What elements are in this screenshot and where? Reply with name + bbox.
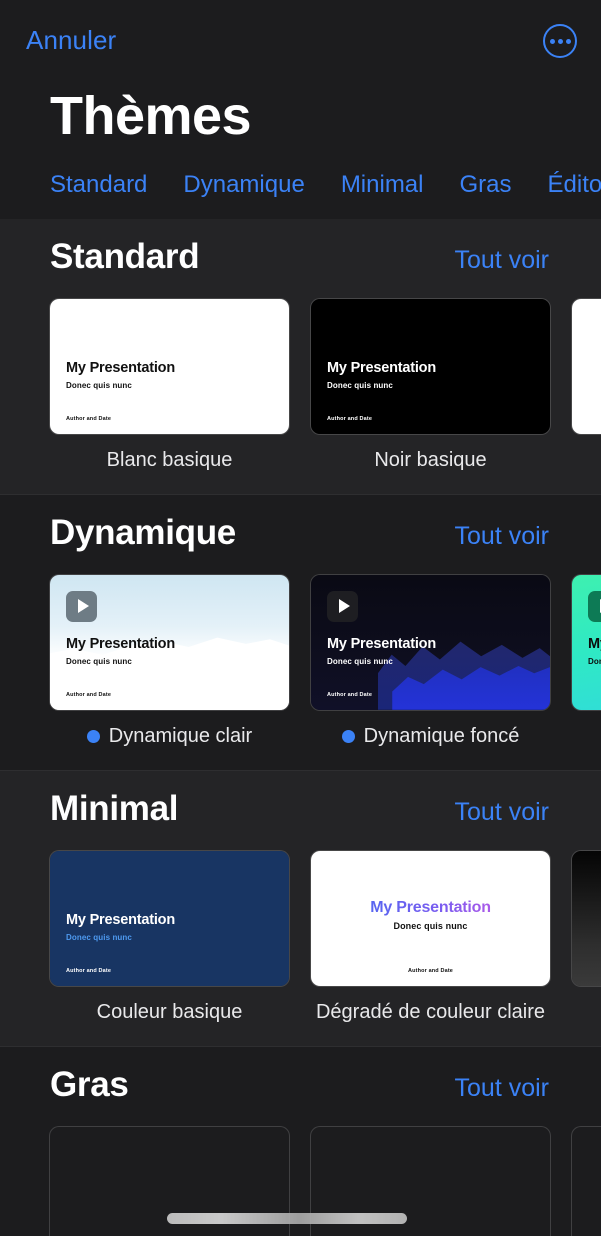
slide-subtitle: Donec quis nunc [327, 656, 393, 666]
theme-thumbnail[interactable]: My Presentation Donec quis nunc [572, 574, 601, 710]
theme-thumbnail[interactable]: My Presentation Donec quis nunc Author a… [311, 298, 550, 434]
theme-label: Blanc basique [50, 449, 289, 472]
theme-label: Dynamique clair [50, 725, 289, 748]
slide-footer: Author and Date [327, 415, 373, 422]
slide-footer: Author and Date [327, 691, 373, 698]
theme-row-standard[interactable]: My Presentation Donec quis nunc Author a… [0, 291, 601, 494]
theme-card[interactable]: My Presentation Donec quis nunc Author a… [311, 574, 550, 748]
tab-editorial[interactable]: Éditorial [548, 171, 601, 199]
section-dynamique: Dynamique Tout voir My Presentation Done… [0, 494, 601, 770]
section-header: Standard Tout voir [0, 219, 601, 291]
slide-footer: Author and Date [66, 415, 112, 422]
theme-card-partial[interactable] [572, 298, 601, 472]
slide-subtitle: Donec quis nunc [393, 920, 468, 931]
slide-title: My Presentation [66, 359, 175, 376]
slide-title: My Presentation [327, 359, 436, 376]
theme-label-text: Dégradé de couleur claire [315, 1000, 546, 1023]
animated-theme-badge-icon [86, 729, 100, 743]
ellipsis-dot [549, 38, 555, 44]
slide-title: My Presentation [311, 899, 550, 917]
theme-label: Couleur basique [50, 1001, 289, 1024]
ellipsis-dot [557, 38, 563, 44]
section-standard: Standard Tout voir My Presentation Donec… [0, 218, 601, 494]
theme-card[interactable]: My Presentation Donec quis nunc Author a… [50, 850, 289, 1024]
section-title: Gras [50, 1064, 129, 1104]
theme-label: Dynamique foncé [311, 725, 550, 748]
ellipsis-circle-icon[interactable] [543, 24, 577, 58]
tab-standard[interactable]: Standard [50, 171, 147, 199]
theme-thumbnail[interactable] [572, 850, 601, 986]
slide-subtitle: Donec quis nunc [588, 656, 601, 666]
see-all-minimal-button[interactable]: Tout voir [455, 798, 549, 827]
section-header: Dynamique Tout voir [0, 495, 601, 567]
navigation-bar: Annuler [0, 0, 601, 82]
theme-card-partial[interactable] [572, 850, 601, 1024]
ellipsis-dot [565, 38, 571, 44]
theme-label: Noir basique [311, 449, 550, 472]
theme-thumbnail[interactable]: My Presentation Donec quis nunc Author a… [50, 850, 289, 986]
theme-card-partial[interactable] [572, 1127, 601, 1236]
tab-gras[interactable]: Gras [460, 171, 512, 199]
see-all-gras-button[interactable]: Tout voir [455, 1074, 549, 1103]
see-all-dynamique-button[interactable]: Tout voir [455, 522, 549, 551]
theme-label-text: Dynamique foncé [363, 724, 520, 747]
theme-card[interactable]: My Presentation Donec quis nunc Author a… [50, 574, 289, 748]
theme-thumbnail[interactable]: My Presentation Donec quis nunc Author a… [311, 574, 550, 710]
slide-subtitle: Donec quis nunc [327, 380, 393, 390]
slide-title: My Presentation [327, 635, 436, 652]
slide-footer: Author and Date [66, 967, 112, 974]
slide-title: My Presentation [588, 635, 601, 652]
page-title: Thèmes [50, 86, 252, 146]
play-icon [588, 590, 601, 622]
themes-picker-screen: Annuler Thèmes Standard Dynamique Minima… [0, 0, 601, 1236]
section-title: Minimal [50, 788, 179, 828]
section-header: Gras Tout voir [0, 1047, 601, 1119]
category-tab-strip[interactable]: Standard Dynamique Minimal Gras Éditoria… [0, 145, 601, 219]
section-gras: Gras Tout voir [0, 1046, 601, 1236]
theme-label-text: Dynamique clair [108, 724, 253, 747]
theme-row-minimal[interactable]: My Presentation Donec quis nunc Author a… [0, 843, 601, 1046]
animated-theme-badge-icon [341, 729, 355, 743]
cancel-button[interactable]: Annuler [26, 25, 116, 56]
slide-title: My Presentation [66, 911, 175, 928]
see-all-standard-button[interactable]: Tout voir [455, 246, 549, 275]
slide-title: My Presentation [66, 635, 175, 652]
tab-minimal[interactable]: Minimal [341, 171, 424, 199]
tab-dynamique[interactable]: Dynamique [183, 171, 304, 199]
theme-thumbnail[interactable] [572, 1127, 601, 1236]
slide-footer: Author and Date [66, 691, 112, 698]
section-title: Standard [50, 236, 200, 276]
play-icon [66, 590, 97, 622]
theme-label-text: Couleur basique [96, 1000, 243, 1023]
slide-subtitle: Donec quis nunc [66, 932, 132, 942]
horizontal-scroll-indicator[interactable] [167, 1213, 407, 1224]
play-icon [327, 590, 358, 622]
theme-label: Dégradé de couleur claire [311, 1001, 550, 1024]
theme-thumbnail[interactable] [572, 298, 601, 434]
theme-card[interactable]: My Presentation Donec quis nunc Author a… [311, 850, 550, 1024]
theme-row-dynamique[interactable]: My Presentation Donec quis nunc Author a… [0, 567, 601, 770]
theme-card-partial[interactable]: My Presentation Donec quis nunc [572, 574, 601, 748]
theme-thumbnail[interactable]: My Presentation Donec quis nunc Author a… [50, 574, 289, 710]
theme-label-text: Noir basique [374, 448, 487, 471]
theme-thumbnail[interactable]: My Presentation Donec quis nunc Author a… [311, 850, 550, 986]
theme-thumbnail[interactable]: My Presentation Donec quis nunc Author a… [50, 298, 289, 434]
theme-label-text: Blanc basique [106, 448, 233, 471]
slide-footer: Author and Date [407, 967, 454, 974]
slide-subtitle: Donec quis nunc [66, 656, 132, 666]
section-header: Minimal Tout voir [0, 771, 601, 843]
theme-card[interactable]: My Presentation Donec quis nunc Author a… [50, 298, 289, 472]
slide-subtitle: Donec quis nunc [66, 380, 132, 390]
section-title: Dynamique [50, 512, 236, 552]
theme-card[interactable]: My Presentation Donec quis nunc Author a… [311, 298, 550, 472]
section-minimal: Minimal Tout voir My Presentation Donec … [0, 770, 601, 1046]
